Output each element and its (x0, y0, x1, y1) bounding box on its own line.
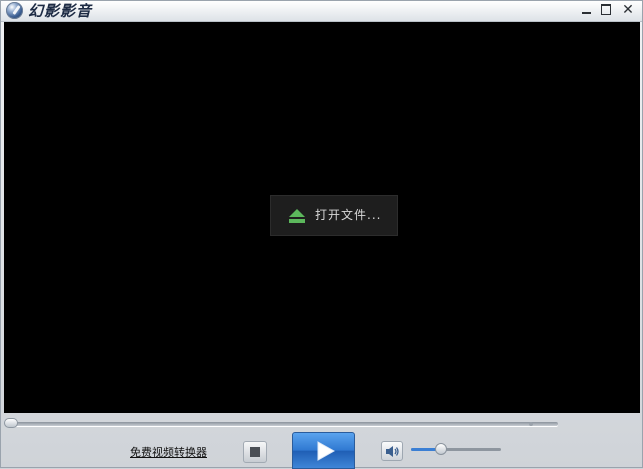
play-button[interactable] (292, 432, 355, 469)
open-file-label: 打开文件... (315, 208, 382, 222)
app-title: 幻影影音 (28, 2, 93, 20)
volume-button[interactable] (381, 441, 403, 461)
title-bar[interactable]: 幻影影音 ✕ (1, 1, 642, 22)
free-video-converter-link[interactable]: 免费视频转换器 (130, 444, 207, 460)
maximize-icon (601, 3, 611, 15)
speaker-icon (386, 446, 399, 457)
open-file-button[interactable]: 打开文件... (270, 195, 398, 236)
seek-end-marker (529, 422, 533, 426)
seek-bar[interactable] (4, 417, 640, 431)
app-logo-icon (6, 2, 23, 19)
close-button[interactable]: ✕ (619, 1, 637, 19)
seek-thumb[interactable] (4, 418, 18, 428)
player-window: 幻影影音 ✕ 打开文件... 免费视频转换器 (0, 0, 643, 469)
volume-thumb[interactable] (435, 443, 447, 455)
maximize-button[interactable] (597, 1, 615, 19)
eject-icon (289, 209, 305, 223)
seek-track[interactable] (10, 422, 558, 426)
play-icon (317, 441, 335, 461)
minimize-icon (581, 11, 591, 14)
volume-slider[interactable] (411, 443, 503, 457)
minimize-button[interactable] (577, 1, 595, 19)
stop-button[interactable] (243, 441, 267, 463)
stop-icon (250, 447, 260, 457)
video-area[interactable]: 打开文件... (4, 22, 640, 413)
